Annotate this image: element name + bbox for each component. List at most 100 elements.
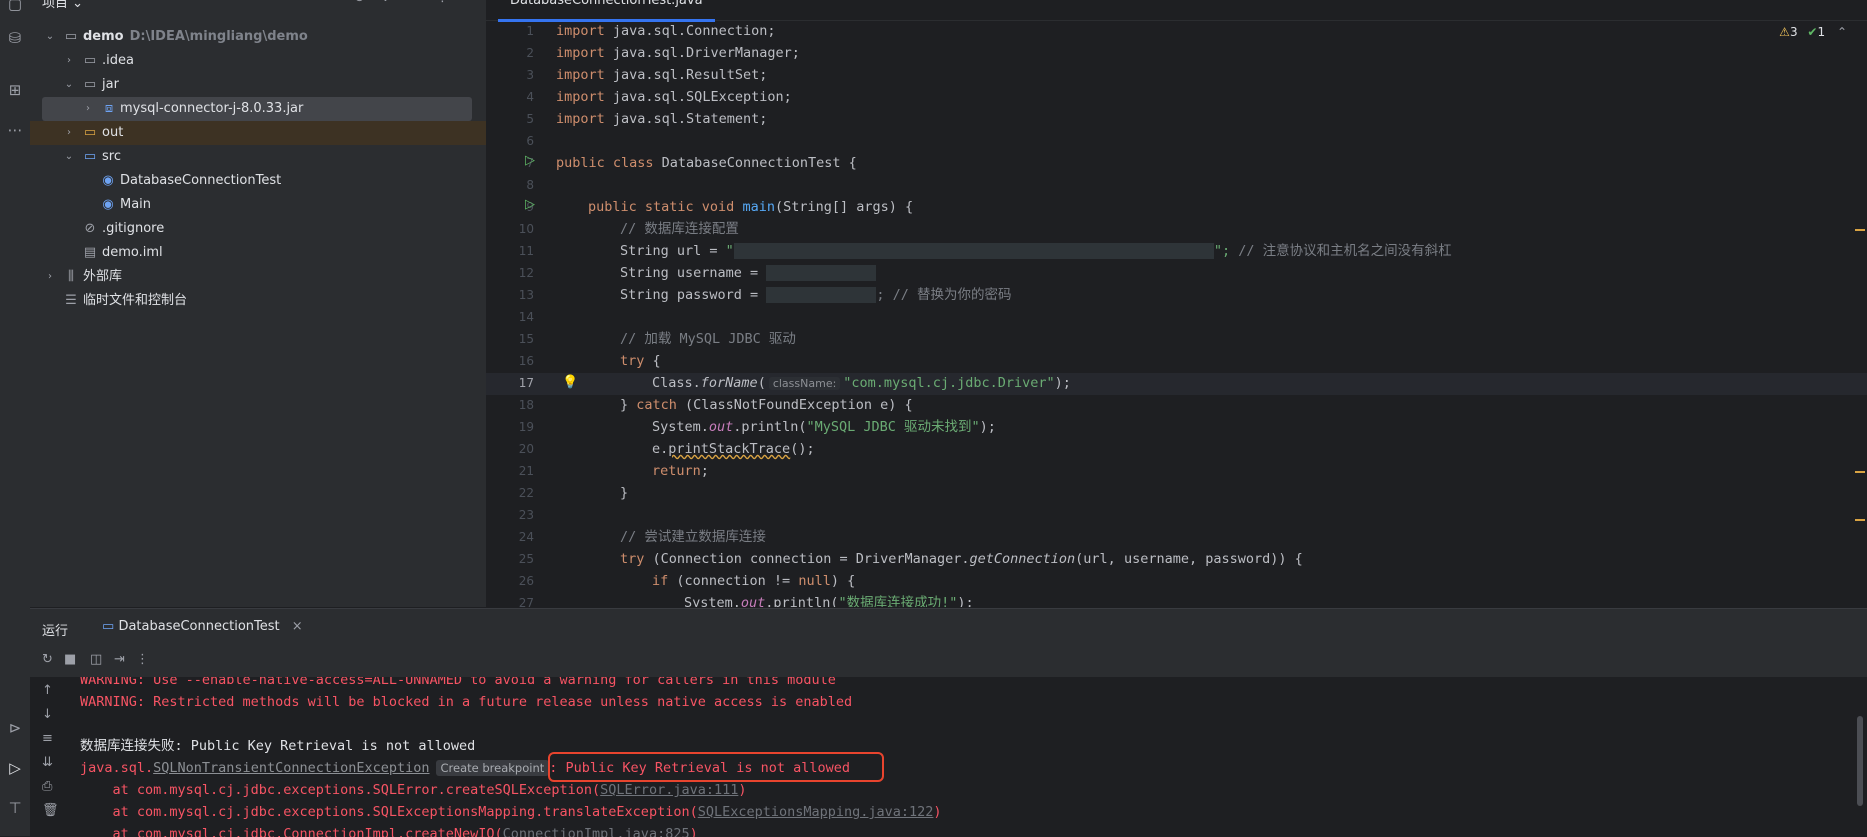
tree-item-jar[interactable]: ⌄ ▭ jar [30,73,486,97]
scroll-to-end-icon[interactable]: ⇊ [42,755,53,770]
editor-scrollbar[interactable] [1855,22,1865,602]
line-number[interactable]: 2 [494,42,534,64]
arrow-up-icon[interactable]: ↑ [42,683,53,698]
tree-item-label: jar [102,77,119,92]
run-class-icon[interactable]: ▷ [525,153,535,168]
line-number[interactable]: 23 [494,504,534,526]
line-number[interactable]: 1 [494,20,534,42]
tree-item-external-libraries[interactable]: › ⫼ 外部库 [30,265,486,289]
line-number[interactable]: 12 [494,262,534,284]
line-number[interactable]: 11 [494,240,534,262]
trash-icon[interactable]: 🗑 [42,803,59,818]
line-number[interactable]: 15 [494,328,534,350]
line-number[interactable]: 27 [494,592,534,607]
tree-item-gitignore[interactable]: ⊘ .gitignore [30,217,486,241]
console-output[interactable]: WARNING: Use --enable-native-access=ALL-… [80,677,1860,837]
more-tools-icon[interactable]: ⋯ [5,120,25,140]
chevron-down-icon[interactable]: ⌄ [63,73,75,97]
stack-frame-link[interactable]: SQLExceptionsMapping.java:122 [698,804,934,820]
warning-marker[interactable] [1855,229,1865,231]
print-icon[interactable]: ⎙ [42,779,52,794]
line-number[interactable]: 17 [494,372,534,394]
line-number[interactable]: 19 [494,416,534,438]
chevron-up-icon[interactable]: ⌃ [1837,25,1847,39]
line-number[interactable]: 26 [494,570,534,592]
code-editor[interactable]: DatabaseConnectionTest.java ⚠3 ✔1 ⌃ 1234… [486,0,1867,607]
project-panel-title[interactable]: 项目 ⌄ [42,0,83,11]
tree-item-label: demo.iml [102,245,163,260]
chevron-right-icon[interactable]: › [44,265,56,289]
create-breakpoint-button[interactable]: Create breakpoint [435,760,550,776]
tree-item-idea[interactable]: › ▭ .idea [30,49,486,73]
line-number[interactable]: 5 [494,108,534,130]
code-line-13: String password = ; // 替换为你的密码 [620,287,1012,303]
console-scrollbar[interactable] [1857,716,1863,806]
tree-item-main[interactable]: ◉ Main [30,193,486,217]
line-number[interactable]: 4 [494,86,534,108]
soft-wrap-icon[interactable]: ≡ [42,731,53,746]
rerun-icon[interactable]: ↻ [42,652,53,667]
warning-icon: ⚠ [1779,25,1790,39]
line-number[interactable]: 20 [494,438,534,460]
folder-icon: ▭ [64,29,78,44]
tree-item-scratches[interactable]: ☰ 临时文件和控制台 [30,289,486,313]
services-tool-icon[interactable]: ⊳ [5,718,25,738]
tree-item-src[interactable]: ⌄ ▭ src [30,145,486,169]
line-number[interactable]: 14 [494,306,534,328]
warning-marker[interactable] [1855,471,1865,473]
stop-icon[interactable]: ■ [64,652,76,667]
run-tab-databaseconnectiontest[interactable]: ▭ DatabaseConnectionTest × [90,609,315,647]
chevron-right-icon[interactable]: › [82,97,94,121]
tree-item-mysql-connector-jar[interactable]: › ⧈ mysql-connector-j-8.0.33.jar [42,97,472,121]
terminal-tool-icon[interactable]: ⊤ [5,798,25,818]
chevron-down-icon[interactable]: ⌄ [44,25,56,49]
gitignore-icon: ⊘ [84,221,96,236]
structure-tool-icon[interactable]: ⊞ [5,80,25,100]
expand-icon[interactable]: ⌄ [380,0,391,5]
chevron-right-icon[interactable]: › [63,121,75,145]
line-number[interactable]: 24 [494,526,534,548]
warning-marker[interactable] [1855,519,1865,521]
line-number[interactable]: 8 [494,174,534,196]
stack-frame-link[interactable]: SQLError.java:111 [600,782,738,798]
code-line-21: return; [652,463,709,479]
database-tool-icon[interactable]: ⛁ [5,28,25,48]
chevron-right-icon[interactable]: › [63,49,75,73]
line-number[interactable]: 18 [494,394,534,416]
more-options-icon[interactable]: ⋮ [136,652,149,667]
line-number[interactable]: 6 [494,130,534,152]
tree-item-out[interactable]: › ▭ out [30,121,486,145]
run-tool-window: 运行 ▭ DatabaseConnectionTest × ↻ ■ ◫ ⇥ ⋮ … [30,608,1867,837]
options-icon[interactable]: ⋮ [436,0,449,5]
tree-item-demo-iml[interactable]: ▤ demo.iml [30,241,486,265]
line-number[interactable]: 16 [494,350,534,372]
close-icon[interactable]: × [292,619,303,634]
line-number[interactable]: 25 [494,548,534,570]
line-number[interactable]: 21 [494,460,534,482]
exception-class-link[interactable]: SQLNonTransientConnectionException [153,760,429,776]
run-tool-icon[interactable]: ▷ [5,758,25,778]
editor-tab-bar: DatabaseConnectionTest.java [486,0,1867,22]
inspection-widget[interactable]: ⚠3 ✔1 ⌃ [1779,25,1847,39]
run-tab-label: DatabaseConnectionTest [118,619,280,634]
screenshot-icon[interactable]: ◫ [90,652,102,667]
run-main-icon[interactable]: ▷ [525,197,535,212]
arrow-down-icon[interactable]: ↓ [42,707,53,722]
line-number[interactable]: 10 [494,218,534,240]
line-number[interactable]: 22 [494,482,534,504]
locate-icon[interactable]: ⊕ [354,0,365,5]
line-number[interactable]: 13 [494,284,534,306]
lightbulb-icon[interactable]: 💡 [562,375,578,390]
tree-item-databaseconnectiontest[interactable]: ◉ DatabaseConnectionTest [30,169,486,193]
project-tool-icon[interactable]: ▢ [5,0,25,14]
code-line-4: import java.sql.SQLException; [556,89,792,105]
chevron-down-icon[interactable]: ⌄ [63,145,75,169]
collapse-icon[interactable]: ⌃ [408,0,419,5]
stack-frame-link[interactable]: ConnectionImpl.java:825 [503,826,690,837]
restore-layout-icon[interactable]: ⇥ [114,652,125,667]
line-number[interactable]: 3 [494,64,534,86]
editor-tab-label: DatabaseConnectionTest.java [510,0,703,8]
code-line-9: public static void main(String[] args) { [588,199,914,215]
tree-item-demo[interactable]: ⌄ ▭ demo D:\IDEA\mingliang\demo [30,25,486,49]
editor-tab-databaseconnectiontest[interactable]: DatabaseConnectionTest.java [498,0,715,22]
